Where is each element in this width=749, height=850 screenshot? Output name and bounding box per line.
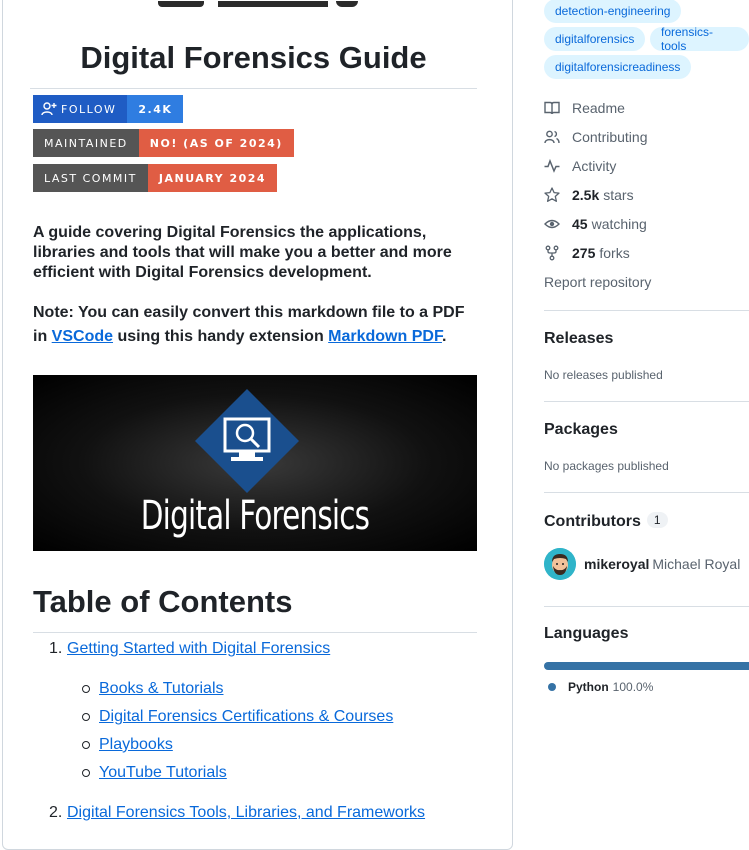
contributor-entry[interactable]: mikeroyal Michael Royal [584, 556, 740, 572]
packages-heading[interactable]: Packages [544, 421, 618, 439]
toc-link-getting-started[interactable]: Getting Started with Digital Forensics [67, 640, 330, 658]
languages-heading: Languages [544, 625, 629, 642]
toc-link-certifications[interactable]: Digital Forensics Certifications & Cours… [99, 708, 393, 726]
readme-note: Note: You can easily convert this markdo… [33, 304, 465, 345]
watching-link[interactable]: 45 watching [544, 216, 647, 232]
follow-badge[interactable]: FOLLOW 2.4K [33, 95, 184, 123]
topic-tag[interactable]: forensics-tools [650, 25, 749, 53]
toc-number: 1. [49, 640, 63, 657]
topic-tag[interactable]: digitalforensics [544, 27, 646, 51]
divider [544, 310, 749, 311]
divider [544, 492, 749, 493]
digital-forensics-banner: Digital Forensics [33, 375, 477, 551]
people-icon [544, 130, 560, 144]
language-percent: 100.0% [612, 680, 654, 694]
follow-count: 2.4K [127, 95, 184, 123]
toc-link-playbooks[interactable]: Playbooks [99, 736, 173, 754]
vscode-link[interactable]: VSCode [52, 328, 113, 345]
bullet [82, 769, 90, 777]
eye-icon [544, 219, 560, 229]
contributors-count: 1 [646, 512, 668, 528]
toc-heading: Table of Contents [33, 584, 293, 619]
contributor-login: mikeroyal [584, 556, 650, 572]
last-commit-badge[interactable]: LAST COMMIT JANUARY 2024 [33, 164, 278, 192]
maintained-value: NO! (AS OF 2024) [138, 129, 294, 157]
maintained-label: MAINTAINED [33, 129, 139, 157]
readme-description: A guide covering Digital Forensics the a… [33, 224, 452, 281]
bullet [82, 685, 90, 693]
bullet [82, 741, 90, 749]
language-item[interactable]: Python 100.0% [548, 680, 653, 694]
header-image-fragment [158, 1, 368, 7]
topic-tag[interactable]: detection-engineering [544, 0, 682, 23]
markdown-pdf-link[interactable]: Markdown PDF [328, 328, 442, 345]
follow-label: FOLLOW [61, 102, 117, 116]
contributing-link[interactable]: Contributing [544, 129, 648, 145]
releases-heading[interactable]: Releases [544, 330, 613, 348]
forks-link[interactable]: 275 forks [544, 245, 630, 261]
star-icon [544, 187, 560, 202]
topic-tag[interactable]: digitalforensicreadiness [544, 55, 692, 79]
divider [544, 401, 749, 402]
pulse-icon [544, 158, 560, 173]
contributors-heading[interactable]: Contributors 1 [544, 512, 668, 531]
releases-note: No releases published [544, 368, 663, 382]
divider [33, 632, 477, 633]
last-commit-value: JANUARY 2024 [147, 164, 278, 192]
toc-link-youtube[interactable]: YouTube Tutorials [99, 764, 227, 782]
last-commit-label: LAST COMMIT [33, 164, 148, 192]
banner-text: Digital Forensics [140, 493, 370, 539]
stars-link[interactable]: 2.5k stars [544, 187, 634, 203]
language-bar [544, 662, 749, 670]
language-name: Python [568, 680, 609, 694]
contributor-name: Michael Royal [652, 556, 741, 572]
user-plus-icon [41, 102, 57, 116]
maintained-badge[interactable]: MAINTAINED NO! (AS OF 2024) [33, 129, 294, 157]
divider [544, 606, 749, 607]
toc-link-tools[interactable]: Digital Forensics Tools, Libraries, and … [67, 804, 425, 822]
bullet [82, 713, 90, 721]
language-dot [548, 683, 556, 691]
activity-link[interactable]: Activity [544, 158, 616, 174]
book-icon [544, 101, 560, 115]
packages-note: No packages published [544, 459, 669, 473]
avatar-face-icon [544, 548, 576, 580]
fork-icon [545, 245, 559, 261]
report-repository-link[interactable]: Report repository [544, 274, 651, 290]
toc-number: 2. [49, 804, 63, 821]
readme-link[interactable]: Readme [544, 100, 625, 116]
avatar[interactable] [544, 548, 576, 580]
readme-title: Digital Forensics Guide [80, 40, 427, 75]
divider [30, 88, 477, 89]
toc-link-books[interactable]: Books & Tutorials [99, 680, 224, 698]
